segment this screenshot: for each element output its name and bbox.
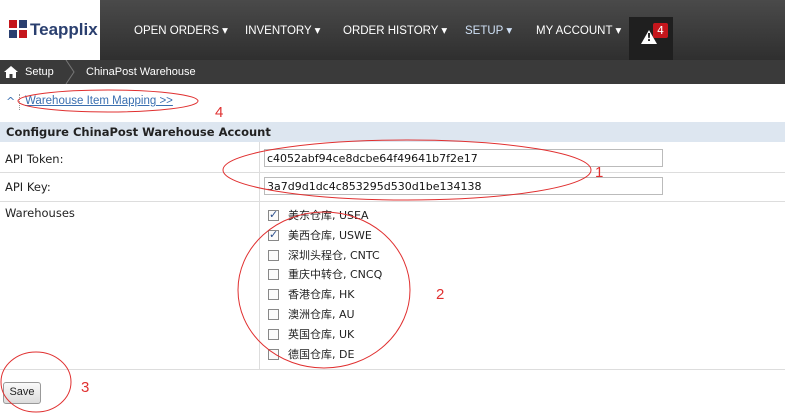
annotation-ellipse-credentials (222, 139, 592, 201)
annotation-number-2: 2 (436, 286, 445, 303)
annotation-number-3: 3 (81, 379, 90, 396)
annotation-ellipse-warehouses (237, 211, 411, 369)
annotation-number-4: 4 (215, 104, 224, 121)
annotation-ellipse-mapping (17, 89, 199, 113)
annotation-number-1: 1 (595, 164, 604, 181)
annotation-ellipse-save (0, 351, 72, 413)
annotation-overlay (0, 89, 592, 413)
